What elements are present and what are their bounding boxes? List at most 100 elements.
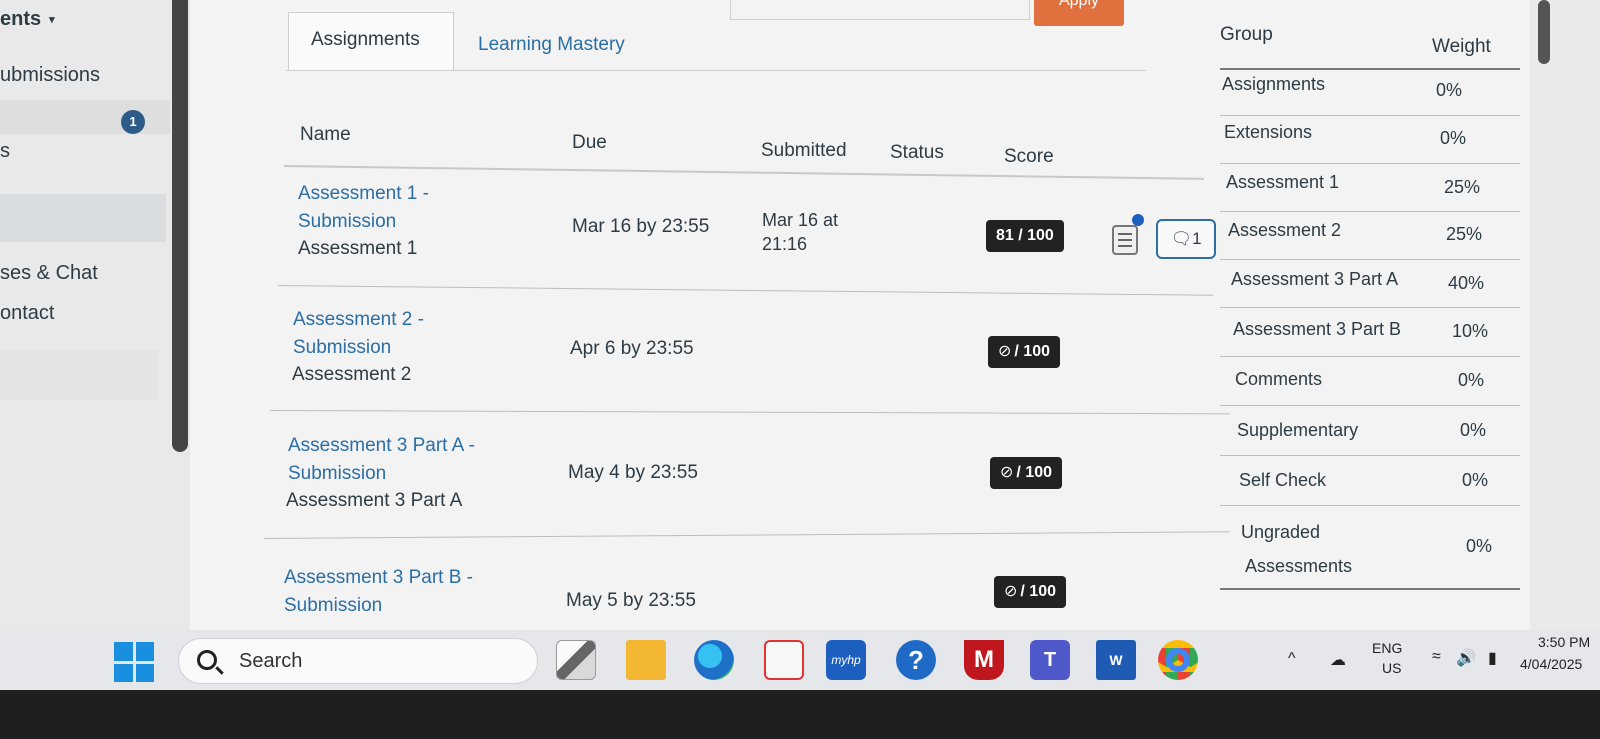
score-value: / 100 xyxy=(1020,583,1056,600)
language-top[interactable]: ENG xyxy=(1372,640,1402,656)
teams-icon[interactable]: T xyxy=(1030,640,1070,680)
file-explorer-icon[interactable] xyxy=(556,640,596,680)
nav-scrollbar[interactable] xyxy=(172,0,188,452)
clock-time[interactable]: 3:50 PM xyxy=(1538,634,1590,650)
nav-item-grades[interactable] xyxy=(0,100,170,134)
weight-group-name: Comments xyxy=(1235,369,1323,389)
chrome-icon[interactable] xyxy=(1158,640,1198,680)
assignment-link-line1: Assessment 3 Part A - xyxy=(288,435,475,456)
page-scrollbar[interactable] xyxy=(1538,0,1550,64)
rubric-icon[interactable] xyxy=(1112,225,1138,255)
row-divider xyxy=(263,531,1234,539)
folder-icon[interactable] xyxy=(626,640,666,680)
nav-item-submissions[interactable]: ubmissions xyxy=(0,64,100,87)
edge-icon[interactable] xyxy=(694,640,734,680)
laptop-bezel xyxy=(0,690,1600,739)
tab-assignments[interactable]: Assignments xyxy=(288,12,454,70)
course-nav: ents ▾ ubmissions 1 s ses & Chat ontact xyxy=(0,0,190,630)
score-pill: ⊘/ 100 xyxy=(994,576,1066,608)
score-pill: ⊘/ 100 xyxy=(988,336,1060,368)
nav-item-blank[interactable] xyxy=(0,350,158,400)
col-header-score[interactable]: Score xyxy=(1004,146,1054,168)
weight-group-name: Assessment 3 Part A xyxy=(1231,269,1399,289)
myhp-icon[interactable]: myhp xyxy=(826,640,866,680)
help-icon[interactable]: ? xyxy=(896,640,936,680)
nav-title[interactable]: ents ▾ xyxy=(0,8,55,31)
weight-group-name: Self Check xyxy=(1239,470,1327,490)
caret-down-icon: ▾ xyxy=(49,14,55,27)
weights-divider xyxy=(1220,505,1520,506)
comment-count: 1 xyxy=(1192,229,1202,248)
weight-group-line2: Assessments xyxy=(1245,556,1353,576)
weights-divider xyxy=(1220,455,1520,456)
assignment-link-line1: Assessment 3 Part B - xyxy=(284,567,474,588)
header-divider xyxy=(283,165,1204,180)
hidden-eye-icon: ⊘ xyxy=(1004,583,1018,600)
weight-value: 0% xyxy=(1458,370,1485,390)
nav-item-selected[interactable] xyxy=(0,194,166,242)
taskbar-search[interactable]: Search xyxy=(178,638,538,684)
weights-divider xyxy=(1220,115,1520,116)
weight-group-name: Assignments xyxy=(1222,74,1326,94)
hidden-eye-icon: ⊘ xyxy=(1000,464,1014,481)
cloud-icon[interactable]: ☁ xyxy=(1330,650,1346,670)
weights-divider xyxy=(1220,307,1520,308)
score-value: / 100 xyxy=(1014,343,1050,360)
nav-item-s[interactable]: s xyxy=(0,140,10,163)
tab-divider xyxy=(286,70,1146,71)
search-icon xyxy=(197,650,217,670)
nav-item-chat[interactable]: ses & Chat xyxy=(0,262,98,285)
score-pill: ⊘/ 100 xyxy=(990,457,1062,489)
assignment-link[interactable]: Assessment 1 - Submission xyxy=(298,180,429,236)
store-icon[interactable] xyxy=(764,640,804,680)
assignment-link[interactable]: Assessment 3 Part A - Submission xyxy=(288,432,475,488)
battery-icon[interactable]: ▮ xyxy=(1488,648,1497,668)
weight-value: 10% xyxy=(1452,321,1489,341)
weight-group-name: Extensions xyxy=(1224,122,1313,142)
col-header-due[interactable]: Due xyxy=(572,132,607,154)
weights-divider xyxy=(1220,405,1520,406)
windows-start-icon[interactable] xyxy=(114,642,154,682)
assignment-link-line2: Submission xyxy=(298,211,397,232)
assignment-group: Assessment 3 Part A xyxy=(286,490,463,511)
comments-button[interactable]: 🗨1 xyxy=(1156,219,1216,259)
due-date: May 5 by 23:55 xyxy=(566,590,696,611)
weights-divider xyxy=(1220,163,1520,164)
hidden-eye-icon: ⊘ xyxy=(998,343,1012,360)
weights-divider xyxy=(1220,356,1520,357)
weight-value: 0% xyxy=(1462,470,1489,490)
due-date: Apr 6 by 23:55 xyxy=(570,338,694,359)
submitted-line1: Mar 16 at xyxy=(762,210,839,230)
language-bottom[interactable]: US xyxy=(1382,660,1401,676)
weights-total-divider xyxy=(1220,588,1520,590)
assignment-link[interactable]: Assessment 2 - Submission xyxy=(293,306,424,362)
due-date: Mar 16 by 23:55 xyxy=(572,216,710,237)
col-header-status[interactable]: Status xyxy=(890,142,944,164)
col-header-name[interactable]: Name xyxy=(300,124,351,146)
weight-value: 0% xyxy=(1436,80,1463,100)
clock-date[interactable]: 4/04/2025 xyxy=(1520,656,1582,672)
volume-icon[interactable]: 🔊 xyxy=(1456,648,1476,668)
due-date: May 4 by 23:55 xyxy=(568,462,698,483)
word-icon[interactable]: W xyxy=(1096,640,1136,680)
nav-title-label: ents xyxy=(0,8,42,30)
score-value: / 100 xyxy=(1016,464,1052,481)
tab-learning-mastery[interactable]: Learning Mastery xyxy=(456,12,647,70)
weight-value: 0% xyxy=(1460,420,1487,440)
assignment-link[interactable]: Assessment 3 Part B - Submission xyxy=(284,564,473,620)
mcafee-icon[interactable]: M xyxy=(964,640,1004,680)
row-divider xyxy=(277,285,1213,296)
nav-item-contact[interactable]: ontact xyxy=(0,302,54,325)
row-divider xyxy=(269,410,1230,415)
col-header-submitted[interactable]: Submitted xyxy=(761,140,847,162)
assignment-group: Assessment 2 xyxy=(292,364,412,385)
wifi-icon[interactable]: ≈ xyxy=(1432,648,1441,666)
apply-button[interactable]: Apply xyxy=(1034,0,1124,26)
chevron-up-icon[interactable]: ^ xyxy=(1288,650,1296,668)
assignment-weights-table: Group Weight Assignments 0% Extensions 0… xyxy=(1220,0,1530,630)
weight-value: 25% xyxy=(1446,224,1483,244)
weight-group-line1: Ungraded xyxy=(1241,522,1321,542)
assignment-link-line1: Assessment 1 - xyxy=(298,183,429,204)
weight-value: 40% xyxy=(1448,273,1485,293)
weight-value: 25% xyxy=(1444,177,1481,197)
